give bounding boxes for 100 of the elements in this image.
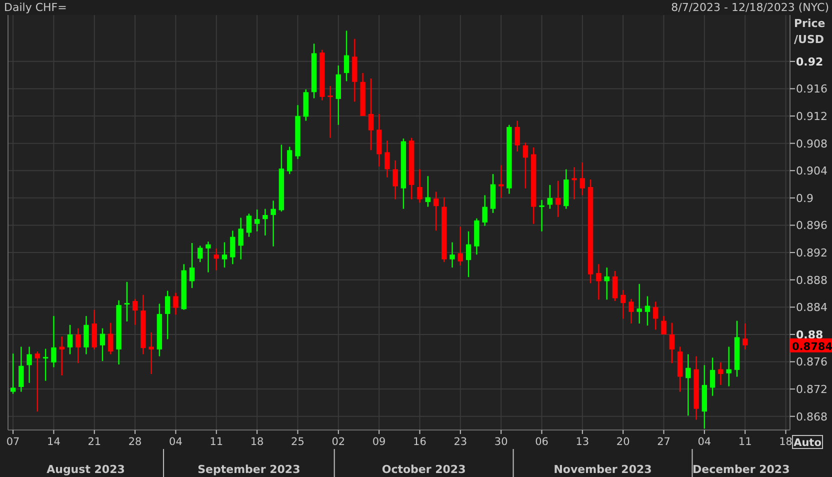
candlestick (10, 354, 16, 394)
last-price-label: 0.8784 (790, 338, 832, 353)
candlestick (677, 346, 683, 392)
candlestick (726, 346, 732, 386)
candlestick (636, 284, 642, 324)
candlestick (189, 242, 195, 288)
axis-tick-label: 0.916 (796, 82, 828, 96)
candlestick (156, 304, 162, 356)
axis-tick-label: 25 (291, 436, 304, 448)
date-range: 8/7/2023 - 12/18/2023 (NYC) (671, 1, 829, 14)
candlestick (230, 230, 236, 264)
candlestick (474, 218, 480, 255)
axis-tick-label: 0.912 (796, 110, 828, 124)
candlestick (18, 346, 24, 392)
candlestick (547, 184, 552, 209)
candlestick (311, 44, 317, 98)
axis-tick-label: 0.896 (796, 219, 828, 232)
candlestick (42, 348, 48, 381)
axis-title: Price /USD (794, 17, 826, 46)
axis-tick-label: 0.892 (796, 246, 828, 260)
candlestick (140, 294, 146, 354)
axis-tick-label: 28 (128, 436, 142, 448)
candlestick (270, 200, 276, 246)
month-label: November 2023 (554, 463, 652, 476)
month-label: October 2023 (382, 463, 466, 476)
candlestick (34, 352, 40, 412)
candlestick (206, 242, 211, 272)
axis-tick-label: 0.876 (796, 356, 828, 369)
month-label: December 2023 (692, 463, 790, 476)
candlestick (653, 302, 658, 330)
candlestick (254, 210, 260, 232)
month-label: September 2023 (198, 463, 300, 476)
axis-tick-label: 11 (210, 436, 224, 448)
candlestick (498, 165, 504, 198)
axis-tick-label: 20 (616, 436, 630, 448)
axis-tick-label: 18 (250, 436, 264, 448)
auto-button[interactable]: Auto (792, 435, 823, 449)
axis-tick-label: 0.868 (796, 410, 828, 424)
chart-title: Daily CHF= (4, 1, 67, 14)
axis-tick-label: 0.888 (796, 274, 828, 287)
candlestick (287, 146, 292, 174)
candlestick (328, 86, 333, 138)
candlestick (384, 140, 390, 178)
candlestick (173, 292, 178, 315)
axis-tick-label: 14 (47, 436, 60, 448)
candlestick (181, 264, 186, 310)
candlestick (238, 218, 244, 260)
candlestick (539, 200, 544, 232)
axis-tick-label: 0.92 (796, 55, 824, 68)
axis-tick-label: 0.884 (796, 301, 828, 314)
candlestick (409, 138, 414, 200)
candlestick (572, 167, 577, 200)
candlestick (506, 124, 512, 194)
candlestick (295, 105, 300, 160)
candlestick (433, 192, 439, 231)
candlestick (352, 38, 358, 102)
candlestick (198, 246, 203, 262)
candlestick (278, 144, 284, 212)
candlestick (620, 290, 626, 319)
candlestick (392, 160, 398, 200)
candlestick (490, 174, 496, 213)
candlestick (376, 114, 382, 167)
candlestick (710, 358, 716, 396)
candlestick (442, 197, 447, 262)
candlestick (604, 268, 610, 300)
axis-tick-label: 21 (88, 436, 102, 448)
candlestick (450, 242, 455, 268)
candlestick (669, 322, 674, 364)
axis-tick-label: 13 (576, 436, 590, 448)
candlestick (514, 120, 520, 152)
axis-tick-label: 23 (454, 436, 468, 448)
candlestick (303, 89, 308, 121)
candlestick (214, 248, 219, 270)
axis-tick-label: 18 (779, 436, 792, 448)
candlestick (67, 324, 73, 354)
candlestick (132, 298, 138, 325)
candlestick (360, 73, 366, 116)
candlestick (108, 322, 114, 354)
candlestick (628, 298, 634, 324)
candlestick (320, 50, 325, 100)
candlestick (222, 242, 228, 268)
candlestick (336, 66, 341, 125)
candlestick (694, 356, 699, 420)
candlestick (344, 30, 350, 82)
axis-tick-label: 30 (494, 436, 508, 448)
candlestick (59, 336, 64, 376)
axis-tick-label: 0.904 (796, 164, 828, 178)
candlestick (100, 328, 106, 362)
candlestick (246, 214, 252, 237)
candlestick (76, 328, 81, 364)
axis-tick-label: 04 (698, 436, 712, 448)
candlestick (612, 270, 618, 301)
candlestick (734, 320, 740, 377)
candlestick (686, 354, 691, 416)
candlestick (522, 142, 528, 188)
candlestick (400, 138, 406, 209)
candlestick (26, 346, 32, 383)
candlestick (661, 316, 666, 334)
candlestick (116, 300, 122, 364)
candlestick (742, 324, 748, 350)
